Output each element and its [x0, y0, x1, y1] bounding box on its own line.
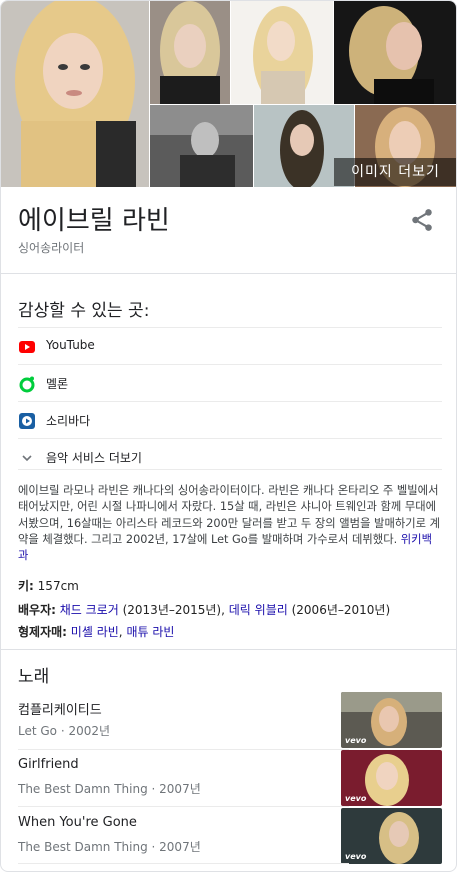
service-label: YouTube: [46, 338, 95, 352]
divider: [1, 649, 456, 650]
divider: [18, 469, 442, 470]
service-melon[interactable]: 멜론: [18, 365, 442, 402]
song-item[interactable]: 컴플리케이티드 Let Go · 2002년 vevo: [18, 689, 442, 748]
service-label: 소리바다: [46, 414, 91, 428]
entity-title: 에이브릴 라빈: [18, 206, 170, 236]
fact-spouse: 배우자: 채드 크로거 (2013년–2015년), 데릭 위블리 (2006년…: [18, 601, 390, 618]
divider: [1, 273, 456, 274]
gallery-photo-3[interactable]: [231, 1, 333, 104]
vevo-badge: vevo: [345, 736, 367, 745]
song-title: Girlfriend: [18, 757, 79, 772]
chevron-down-icon: [18, 449, 36, 467]
song-item[interactable]: Girlfriend The Best Damn Thing · 2007년 v…: [18, 747, 442, 806]
image-gallery: 이미지 더보기: [1, 1, 456, 187]
gallery-photo-5[interactable]: [150, 105, 253, 187]
fact-value: (2006년–2010년): [291, 603, 391, 617]
service-label: 멜론: [46, 377, 69, 391]
share-icon[interactable]: [409, 207, 435, 233]
song-thumbnail[interactable]: vevo: [341, 750, 442, 806]
fact-height: 키: 157cm: [18, 577, 79, 594]
song-title: 컴플리케이티드: [18, 703, 102, 718]
description-text: 에이브릴 라모나 라빈은 캐나다의 싱어송라이터이다. 라빈은 캐나다 온타리오…: [18, 484, 441, 546]
spouse-link-2[interactable]: 데릭 위블리: [229, 603, 288, 617]
entity-subtitle: 싱어송라이터: [18, 241, 85, 255]
fact-label: 형제자매:: [18, 625, 67, 639]
vevo-badge: vevo: [345, 852, 367, 861]
fact-label: 키:: [18, 579, 34, 593]
gallery-photo-2[interactable]: [150, 1, 230, 104]
song-meta: The Best Damn Thing · 2007년: [18, 782, 201, 796]
divider: [18, 863, 349, 864]
more-services-label: 음악 서비스 더보기: [46, 451, 142, 465]
songs-heading: 노래: [18, 667, 50, 687]
fact-value: (2013년–2015년),: [122, 603, 225, 617]
song-meta: The Best Damn Thing · 2007년: [18, 840, 201, 854]
vevo-badge: vevo: [345, 794, 367, 803]
service-youtube[interactable]: YouTube: [18, 328, 442, 365]
fact-siblings: 형제자매: 미셸 라빈, 매튜 라빈: [18, 623, 174, 640]
song-thumbnail[interactable]: vevo: [341, 808, 442, 864]
separator: ,: [118, 625, 123, 639]
fact-label: 배우자:: [18, 603, 56, 617]
song-meta: Let Go · 2002년: [18, 724, 111, 738]
fact-value: 157cm: [37, 579, 79, 593]
more-images-button[interactable]: 이미지 더보기: [334, 158, 456, 186]
song-thumbnail[interactable]: vevo: [341, 692, 442, 748]
listen-heading: 감상할 수 있는 곳:: [18, 301, 150, 321]
song-title: When You're Gone: [18, 815, 137, 830]
song-item[interactable]: When You're Gone The Best Damn Thing · 2…: [18, 805, 442, 864]
description: 에이브릴 라모나 라빈은 캐나다의 싱어송라이터이다. 라빈은 캐나다 온타리오…: [18, 483, 442, 564]
service-soribada[interactable]: 소리바다: [18, 402, 442, 439]
gallery-photo-4[interactable]: [334, 1, 456, 104]
more-services-button[interactable]: 음악 서비스 더보기: [18, 439, 442, 476]
melon-icon: [18, 375, 36, 393]
youtube-icon: [18, 338, 36, 356]
spouse-link-1[interactable]: 채드 크로거: [60, 603, 119, 617]
main-photo[interactable]: [1, 1, 149, 187]
soribada-icon: [18, 412, 36, 430]
sibling-link-1[interactable]: 미셸 라빈: [71, 625, 119, 639]
sibling-link-2[interactable]: 매튜 라빈: [126, 625, 174, 639]
knowledge-panel: 이미지 더보기 에이브릴 라빈 싱어송라이터 감상할 수 있는 곳: YouTu…: [0, 0, 457, 872]
